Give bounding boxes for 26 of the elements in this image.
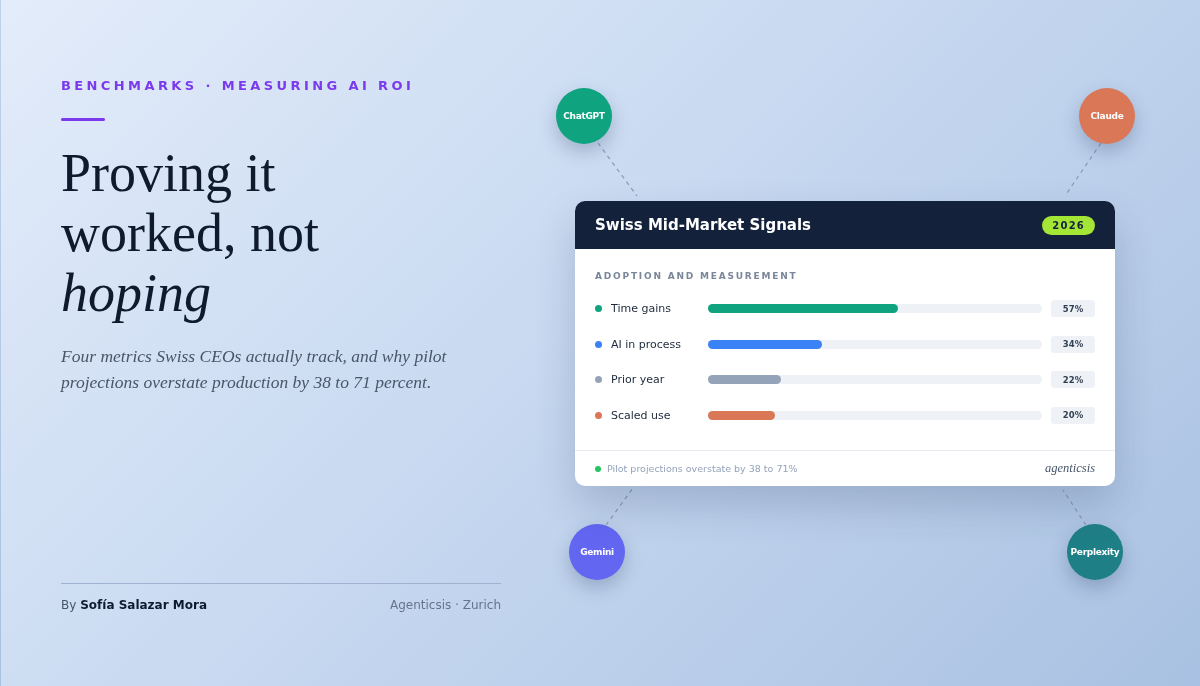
byline: By Sofía Salazar Mora xyxy=(61,598,207,612)
metric-label: Prior year xyxy=(611,373,666,387)
model-node: Claude xyxy=(1079,88,1135,144)
model-node: Gemini xyxy=(569,524,625,580)
metric-value: 57% xyxy=(1051,300,1095,318)
eyebrow-label: BENCHMARKS · MEASURING AI ROI xyxy=(61,78,416,93)
metric-label: Time gains xyxy=(611,302,672,316)
metric-value: 20% xyxy=(1051,406,1095,424)
footer-note: Pilot projections overstate by 38 to 71% xyxy=(607,463,798,474)
headline: Proving it worked, not hoping xyxy=(61,143,320,323)
model-node: Perplexity xyxy=(1067,524,1123,580)
metric-label: Scaled use xyxy=(611,408,672,422)
connector-line xyxy=(1066,142,1102,194)
connector-line xyxy=(1062,489,1087,526)
metric-value: 34% xyxy=(1051,335,1095,353)
publisher-location: Agenticsis · Zurich xyxy=(389,598,501,612)
year-badge: 2026 xyxy=(1042,215,1095,235)
card-title: Swiss Mid-Market Signals xyxy=(595,216,812,234)
model-node: ChatGPT xyxy=(556,88,612,144)
brand-wordmark: agenticsis xyxy=(1045,461,1095,476)
section-label: ADOPTION AND MEASUREMENT xyxy=(595,271,799,281)
metric-value: 22% xyxy=(1051,371,1095,389)
subtitle: Four metrics Swiss CEOs actually track, and why pilot projections overstate production by 38 to 71 percent. xyxy=(61,345,448,394)
connector-line xyxy=(605,487,634,526)
connector-line xyxy=(597,142,638,197)
metric-label: AI in process xyxy=(611,337,683,351)
